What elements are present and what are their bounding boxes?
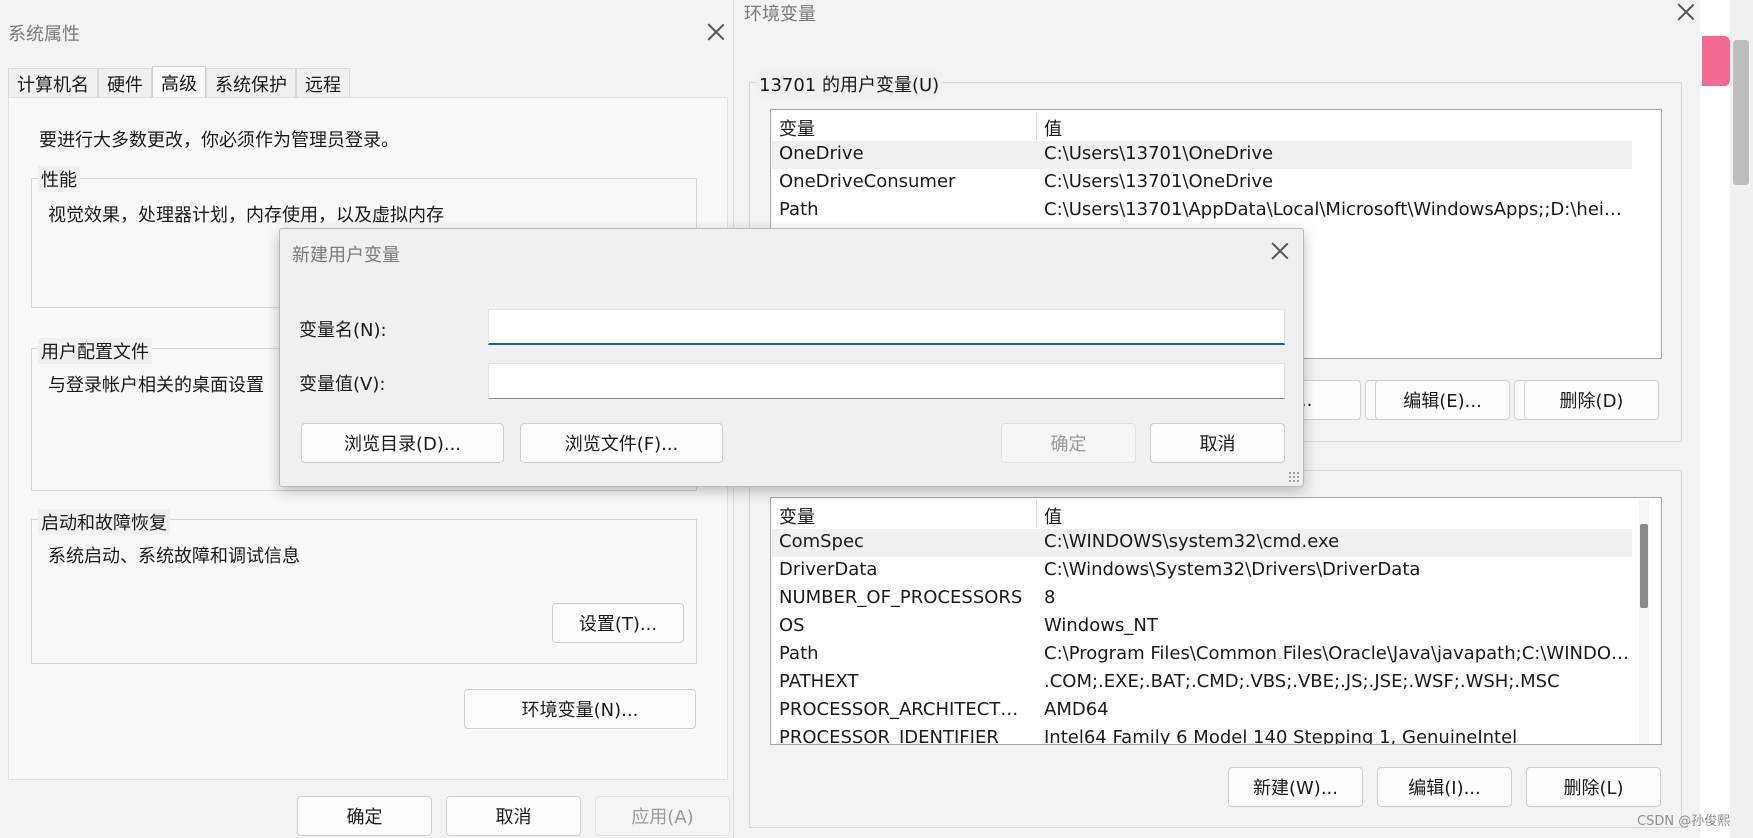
pink-side-tab — [1702, 36, 1730, 86]
startup-desc: 系统启动、系统故障和调试信息 — [48, 546, 300, 567]
var-name: PATHEXT — [779, 671, 859, 692]
system-delete-button[interactable]: 删除(L) — [1526, 767, 1661, 807]
var-value: .COM;.EXE;.BAT;.CMD;.VBS;.VBE;.JS;.JSE;.… — [1044, 671, 1560, 692]
column-header-name[interactable]: 变量 — [779, 115, 815, 141]
ok-button[interactable]: 确定 — [1001, 423, 1136, 463]
list-item[interactable]: NUMBER_OF_PROCESSORS 8 — [772, 585, 1632, 613]
variable-value-label: 变量值(V): — [299, 374, 386, 395]
user-edit-button-visible[interactable]: 编辑(E)... — [1375, 380, 1510, 420]
list-header: 变量 值 — [772, 501, 1632, 529]
variable-name-input[interactable] — [488, 309, 1285, 345]
admin-notice: 要进行大多数更改，你必须作为管理员登录。 — [39, 130, 399, 151]
user-delete-button[interactable]: 删除(D) — [1524, 380, 1659, 420]
tab-hardware[interactable]: 硬件 — [98, 68, 152, 98]
var-name: Path — [779, 643, 819, 664]
var-value: C:\Windows\System32\Drivers\DriverData — [1044, 559, 1421, 580]
tab-advanced[interactable]: 高级 — [152, 66, 206, 98]
list-item[interactable]: OneDrive C:\Users\13701\OneDrive — [772, 141, 1632, 169]
performance-label: 性能 — [38, 166, 80, 192]
var-value: C:\Program Files\Common Files\Oracle\Jav… — [1044, 643, 1629, 664]
new-user-variable-dialog: 新建用户变量 变量名(N): 变量值(V): 浏览目录(D)... 浏览文件(F… — [279, 228, 1304, 487]
window-title: 环境变量 — [744, 4, 816, 25]
var-value: C:\WINDOWS\system32\cmd.exe — [1044, 531, 1340, 552]
variable-value-input[interactable] — [488, 363, 1285, 399]
startup-label: 启动和故障恢复 — [38, 509, 170, 535]
list-item[interactable]: DriverData C:\Windows\System32\Drivers\D… — [772, 557, 1632, 585]
var-value: AMD64 — [1044, 699, 1109, 720]
ok-button[interactable]: 确定 — [297, 796, 432, 836]
var-name: OneDrive — [779, 143, 864, 164]
column-divider — [1036, 112, 1037, 140]
list-item[interactable]: ComSpec C:\WINDOWS\system32\cmd.exe — [772, 529, 1632, 557]
cancel-button[interactable]: 取消 — [1150, 423, 1285, 463]
system-variables-list[interactable]: 变量 值 ComSpec C:\WINDOWS\system32\cmd.exe… — [770, 497, 1662, 745]
var-value: 8 — [1044, 587, 1056, 608]
close-icon[interactable] — [706, 22, 726, 42]
close-icon[interactable] — [1270, 241, 1290, 261]
apply-button[interactable]: 应用(A) — [595, 796, 730, 836]
var-name: OneDriveConsumer — [779, 171, 956, 192]
system-list-scrollbar[interactable] — [1639, 500, 1649, 744]
environment-variables-button[interactable]: 环境变量(N)... — [464, 689, 696, 729]
user-variables-label: 13701 的用户变量(U) — [756, 71, 943, 97]
var-name: OS — [779, 615, 805, 636]
column-divider — [1036, 500, 1037, 528]
var-name: DriverData — [779, 559, 878, 580]
list-item[interactable]: PROCESSOR_IDENTIFIER Intel64 Family 6 Mo… — [772, 725, 1632, 745]
startup-settings-button[interactable]: 设置(T)... — [552, 603, 684, 643]
var-name: NUMBER_OF_PROCESSORS — [779, 587, 1023, 608]
var-name: Path — [779, 199, 819, 220]
watermark: CSDN @孙俊熙 — [1637, 814, 1731, 829]
close-icon[interactable] — [1676, 2, 1696, 22]
list-item[interactable]: Path C:\Program Files\Common Files\Oracl… — [772, 641, 1632, 669]
var-value: C:\Users\13701\OneDrive — [1044, 143, 1274, 164]
var-name: PROCESSOR_ARCHITECTURE — [779, 699, 1029, 720]
page-scrollbar-thumb[interactable] — [1733, 40, 1749, 185]
tab-bar: 计算机名 硬件 高级 系统保护 远程 — [8, 66, 350, 98]
column-header-name[interactable]: 变量 — [779, 503, 815, 529]
column-header-value[interactable]: 值 — [1044, 115, 1062, 141]
browse-directory-button[interactable]: 浏览目录(D)... — [301, 423, 504, 463]
var-name: PROCESSOR_IDENTIFIER — [779, 727, 999, 745]
list-item[interactable]: Path C:\Users\13701\AppData\Local\Micros… — [772, 197, 1632, 225]
window-title: 系统属性 — [8, 24, 80, 45]
list-item[interactable]: PROCESSOR_ARCHITECTURE AMD64 — [772, 697, 1632, 725]
resize-grip-icon[interactable] — [1288, 471, 1300, 483]
dialog-title: 新建用户变量 — [292, 245, 400, 266]
user-profiles-label: 用户配置文件 — [38, 338, 152, 364]
var-value: C:\Users\13701\AppData\Local\Microsoft\W… — [1044, 199, 1629, 220]
tab-computer-name[interactable]: 计算机名 — [8, 68, 98, 98]
list-item[interactable]: PATHEXT .COM;.EXE;.BAT;.CMD;.VBS;.VBE;.J… — [772, 669, 1632, 697]
startup-group: 系统启动、系统故障和调试信息 设置(T)... — [31, 519, 697, 664]
var-value: C:\Users\13701\OneDrive — [1044, 171, 1274, 192]
variable-name-label: 变量名(N): — [299, 320, 387, 341]
cancel-button[interactable]: 取消 — [446, 796, 581, 836]
performance-desc: 视觉效果，处理器计划，内存使用，以及虚拟内存 — [48, 205, 444, 226]
var-value: Windows_NT — [1044, 615, 1158, 636]
list-item[interactable]: OS Windows_NT — [772, 613, 1632, 641]
user-profiles-desc: 与登录帐户相关的桌面设置 — [48, 375, 264, 396]
var-name: ComSpec — [779, 531, 864, 552]
tab-remote[interactable]: 远程 — [296, 68, 350, 98]
scrollbar-thumb[interactable] — [1640, 524, 1648, 608]
system-edit-button[interactable]: 编辑(I)... — [1377, 767, 1512, 807]
tab-system-protection[interactable]: 系统保护 — [206, 68, 296, 98]
column-header-value[interactable]: 值 — [1044, 503, 1062, 529]
var-value: Intel64 Family 6 Model 140 Stepping 1, G… — [1044, 727, 1518, 745]
browse-file-button[interactable]: 浏览文件(F)... — [520, 423, 723, 463]
system-new-button[interactable]: 新建(W)... — [1228, 767, 1363, 807]
list-item[interactable]: OneDriveConsumer C:\Users\13701\OneDrive — [772, 169, 1632, 197]
list-header: 变量 值 — [772, 113, 1632, 141]
